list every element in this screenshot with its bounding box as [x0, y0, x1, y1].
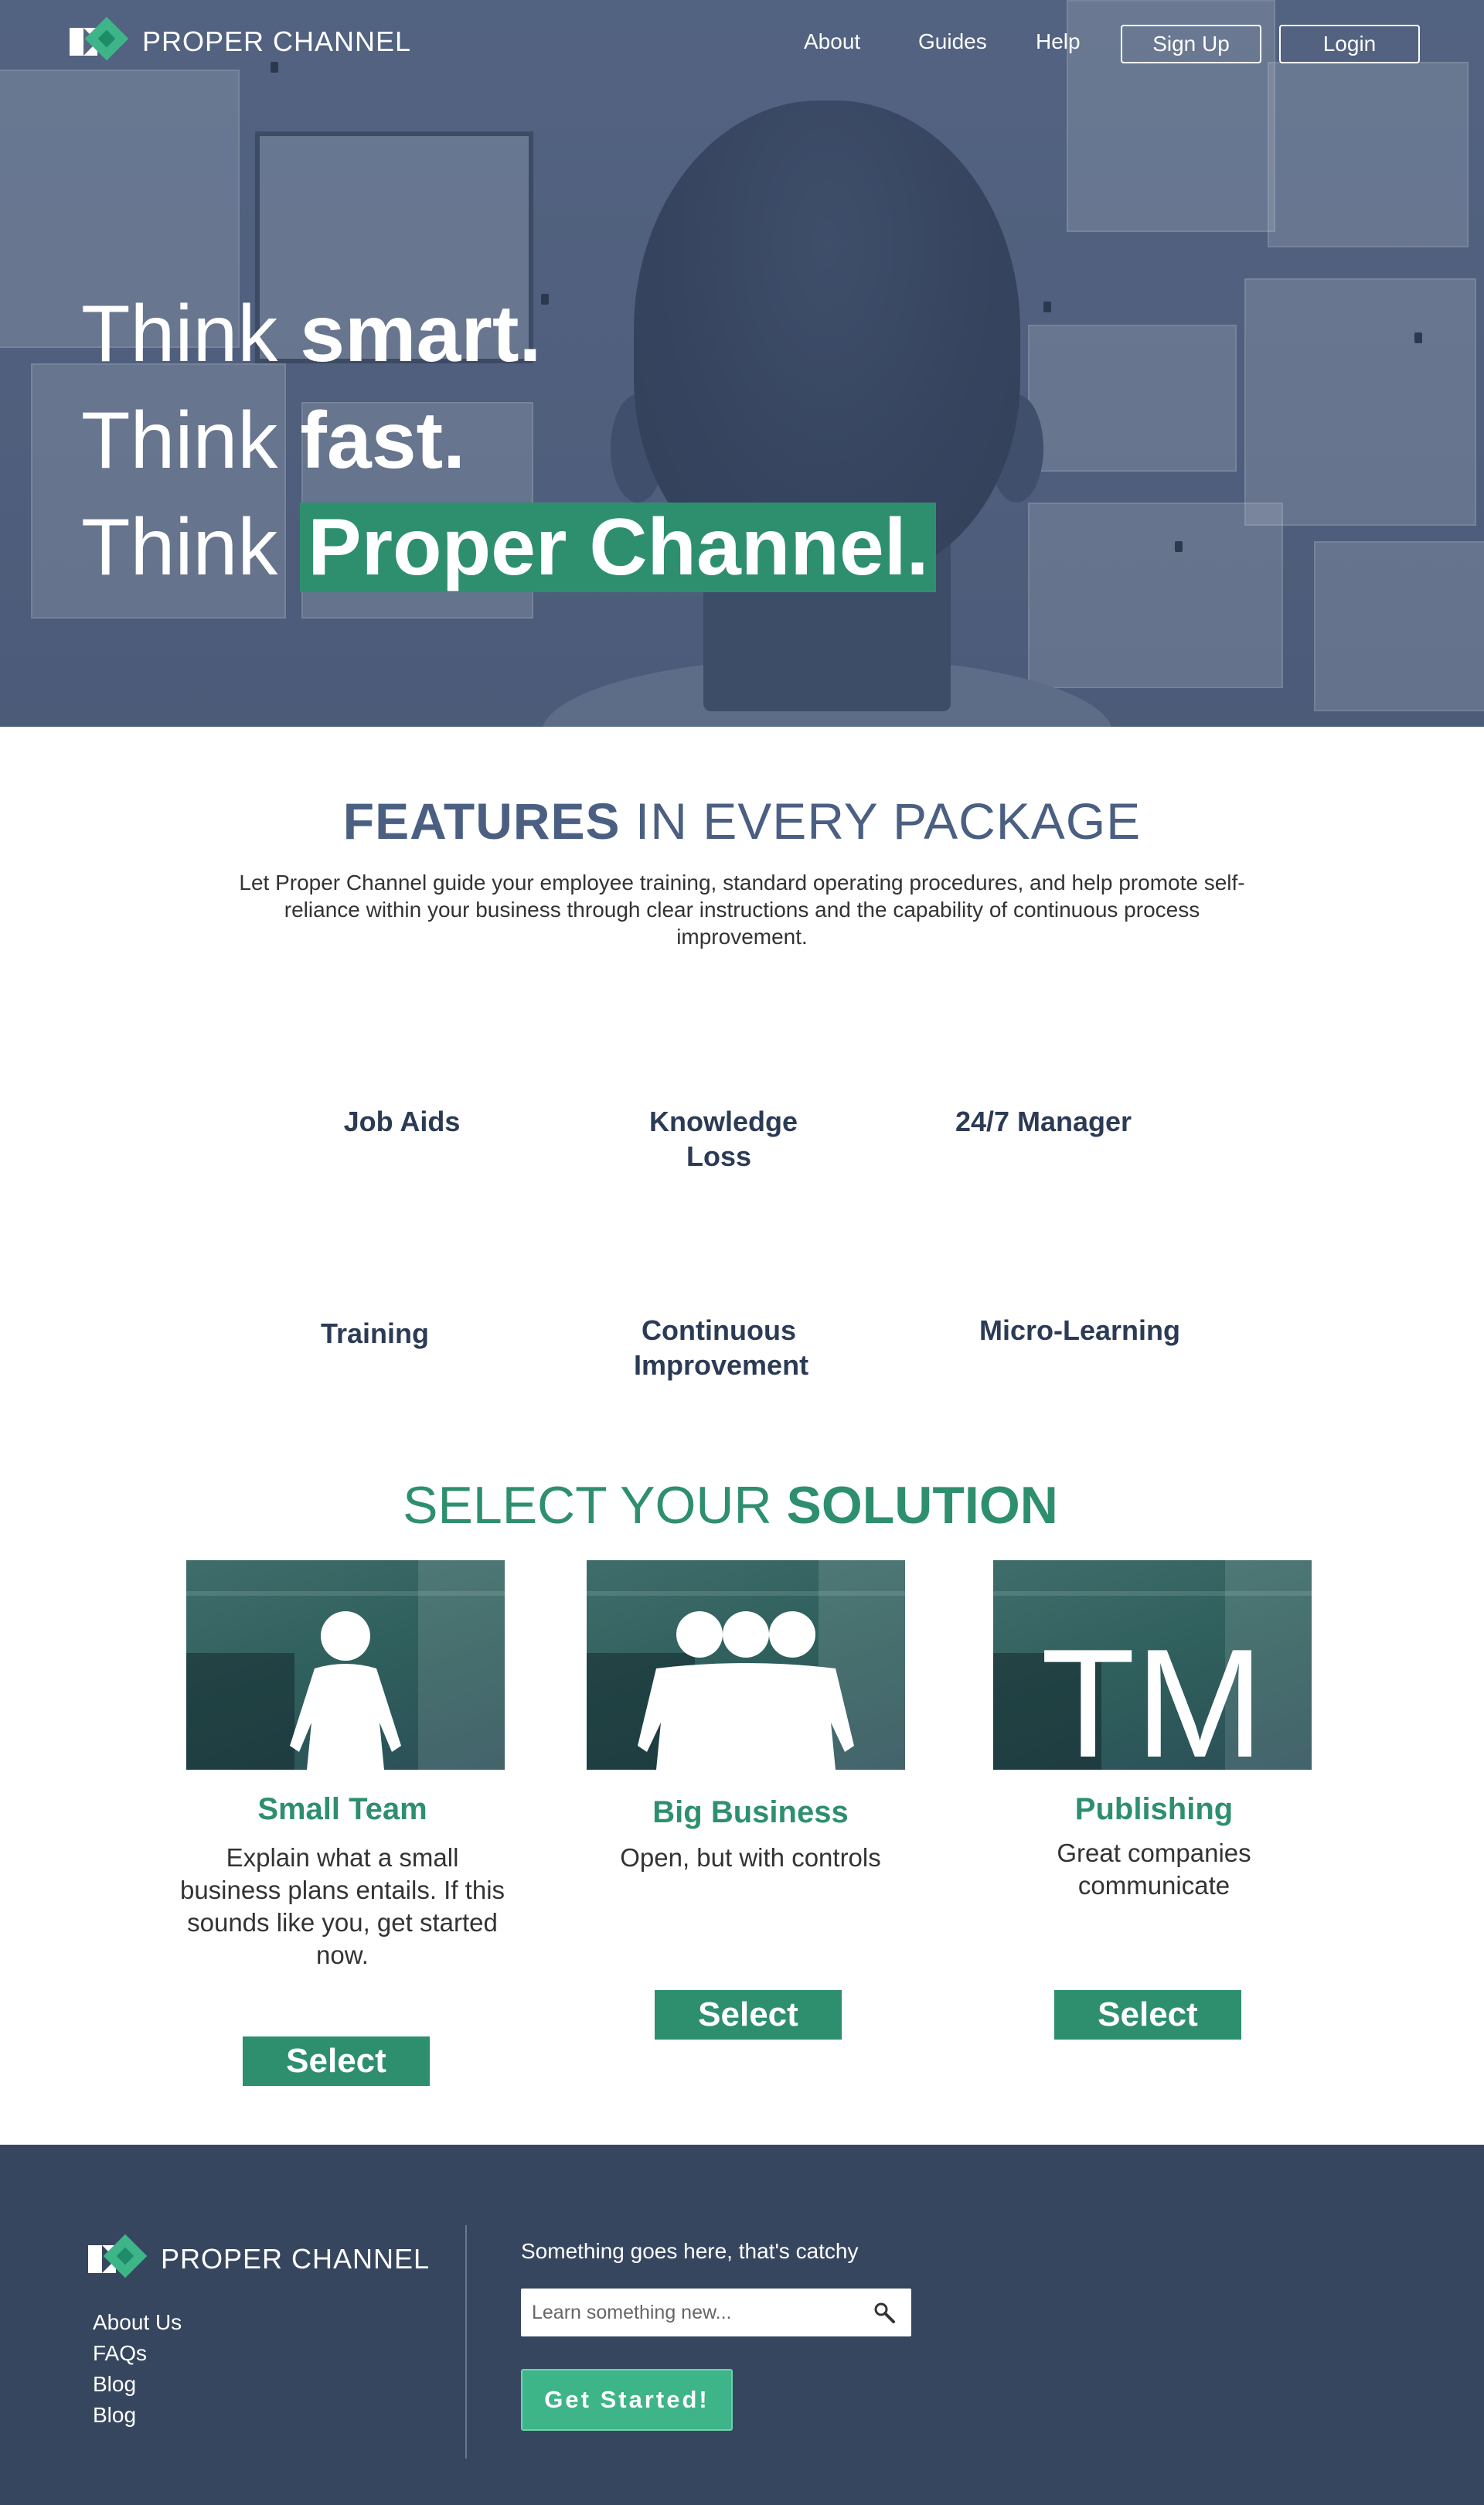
small-team-image — [186, 1560, 505, 1770]
card-title-big-business: Big Business — [652, 1795, 849, 1829]
footer-divider — [465, 2225, 467, 2459]
feature-knowledge-loss: Knowledge Loss — [649, 1106, 798, 1172]
footer-link-blog[interactable]: Blog — [93, 2369, 182, 2400]
feature-training: Training — [320, 1317, 429, 1349]
footer-search-box — [521, 2289, 911, 2336]
footer-search-input[interactable] — [532, 2298, 856, 2327]
feature-continuous-improvement: Continuous Improvement — [634, 1314, 809, 1381]
trademark-icon: TM — [1040, 1617, 1264, 1771]
nav-link-guides[interactable]: Guides — [918, 29, 987, 54]
hero-headline-3: Think Proper Channel. — [81, 503, 937, 592]
card-desc-big-business: Open, but with controls — [620, 1843, 881, 1872]
site-footer: PROPER CHANNEL About Us FAQs Blog Blog S… — [0, 2145, 1484, 2505]
solution-title: SELECT YOUR SOLUTION — [403, 1476, 1058, 1535]
brand-logo[interactable]: PROPER CHANNEL — [70, 16, 412, 63]
hero-highlight: Proper Channel. — [300, 503, 937, 592]
hero-headline-2: Think fast. — [81, 396, 466, 486]
footer-tagline: Something goes here, that's catchy — [521, 2239, 859, 2263]
features-description: Let Proper Channel guide your employee t… — [239, 871, 1245, 949]
group-people-icon — [638, 1611, 854, 1770]
feature-micro-learning: Micro-Learning — [979, 1314, 1180, 1346]
footer-brand-logo[interactable]: PROPER CHANNEL — [88, 2234, 431, 2281]
get-started-button[interactable]: Get Started! — [521, 2369, 733, 2431]
big-business-image — [587, 1560, 905, 1770]
footer-links: About Us FAQs Blog Blog — [93, 2307, 182, 2431]
brand-name: PROPER CHANNEL — [142, 26, 412, 57]
select-publishing-button[interactable]: Select — [1054, 1990, 1241, 2040]
footer-link-blog-2[interactable]: Blog — [93, 2400, 182, 2431]
sign-up-button[interactable]: Sign Up — [1121, 25, 1261, 63]
features-title: FEATURES IN EVERY PACKAGE — [342, 792, 1142, 850]
footer-link-about-us[interactable]: About Us — [93, 2307, 182, 2338]
card-title-publishing: Publishing — [1074, 1792, 1234, 1826]
single-person-icon — [290, 1611, 401, 1770]
select-small-team-button[interactable]: Select — [243, 2036, 430, 2086]
hero-headline-1: Think smart. — [81, 289, 542, 379]
select-big-business-button[interactable]: Select — [655, 1990, 842, 2040]
card-desc-small-team: Explain what a small business plans enta… — [179, 1843, 505, 1969]
search-icon[interactable] — [873, 2301, 896, 2324]
feature-job-aids: Job Aids — [343, 1106, 461, 1137]
publishing-image: TM — [993, 1560, 1312, 1770]
logo-mark-icon — [70, 16, 134, 63]
feature-247-manager: 24/7 Manager — [955, 1106, 1132, 1137]
card-title-small-team: Small Team — [257, 1792, 427, 1826]
footer-brand-name: PROPER CHANNEL — [161, 2243, 431, 2275]
login-button[interactable]: Login — [1279, 25, 1420, 63]
footer-logo-mark-icon — [88, 2234, 153, 2281]
nav-link-help[interactable]: Help — [1036, 29, 1081, 54]
hero-section: PROPER CHANNEL About Guides Help Sign Up… — [0, 0, 1484, 727]
top-navigation: PROPER CHANNEL About Guides Help Sign Up… — [0, 0, 1484, 85]
card-desc-publishing: Great companies communicate — [1057, 1839, 1251, 1900]
footer-link-faqs[interactable]: FAQs — [93, 2338, 182, 2369]
nav-link-about[interactable]: About — [804, 29, 860, 54]
